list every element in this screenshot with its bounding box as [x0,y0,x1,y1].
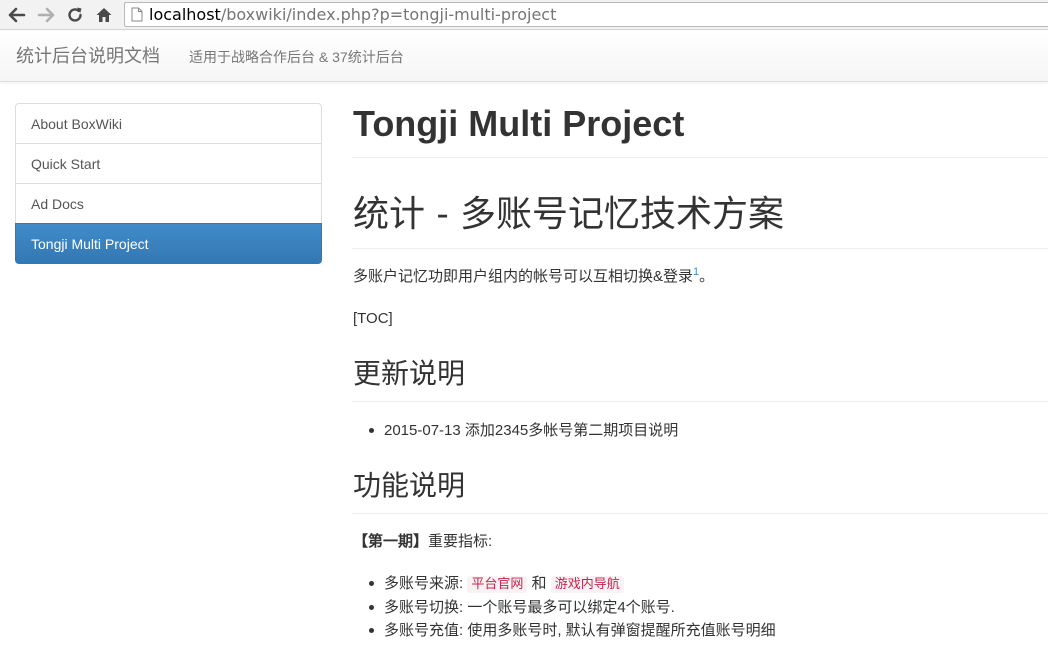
forward-arrow-icon[interactable] [35,3,57,27]
sidebar-item-about-boxwiki[interactable]: About BoxWiki [15,103,322,144]
sidebar-nav: About BoxWiki Quick Start Ad Docs Tongji… [15,103,322,264]
page-title: Tongji Multi Project [353,103,685,144]
feature-divider [352,513,1048,514]
feature-heading: 功能说明 [353,469,466,502]
reload-icon[interactable] [64,3,86,27]
toc-marker: [TOC] [353,310,393,327]
list-item-source: 多账号来源: 平台官网 和 游戏内导航 [353,572,776,596]
phase-paragraph: 【第一期】重要指标: [353,532,492,552]
sidebar-item-ad-docs[interactable]: Ad Docs [15,183,322,224]
inline-code-platform: 平台官网 [467,576,528,593]
phase-label: 【第一期】 [353,533,429,550]
intro-suffix: 。 [699,268,715,285]
browser-toolbar: localhost/boxwiki/index.php?p=tongji-mul… [0,0,1048,30]
sidebar-item-quick-start[interactable]: Quick Start [15,143,322,184]
source-prefix: 多账号来源: [384,575,468,592]
phase-rest: 重要指标: [428,533,493,550]
list-item-switch: 多账号切换: 一个账号最多可以绑定4个账号. [353,596,776,619]
heading-divider [352,248,1048,249]
inline-code-game-nav: 游戏内导航 [550,576,624,593]
feature-list: 多账号来源: 平台官网 和 游戏内导航 多账号切换: 一个账号最多可以绑定4个账… [353,572,776,642]
back-arrow-icon[interactable] [6,3,28,27]
navbar-brand[interactable]: 统计后台说明文档 [16,44,160,68]
update-divider [352,401,1048,402]
list-item-recharge: 多账号充值: 使用多账号时, 默认有弹窗提醒所充值账号明细 [353,619,776,642]
sidebar-item-tongji-multi-project[interactable]: Tongji Multi Project [15,223,322,264]
address-path: /boxwiki/index.php?p=tongji-multi-projec… [220,5,557,24]
page-icon [131,7,143,27]
doc-heading: 统计 - 多账号记忆技术方案 [353,194,785,235]
address-host: localhost [149,5,221,24]
list-item: 2015-07-13 添加2345多帐号第二期项目说明 [353,419,678,442]
address-bar[interactable]: localhost/boxwiki/index.php?p=tongji-mul… [124,2,1048,27]
navbar-link[interactable]: 适用于战略合作后台 & 37统计后台 [189,47,404,67]
update-list: 2015-07-13 添加2345多帐号第二期项目说明 [353,419,678,442]
address-url: localhost/boxwiki/index.php?p=tongji-mul… [149,5,556,25]
title-divider [352,157,1048,158]
site-navbar: 统计后台说明文档 适用于战略合作后台 & 37统计后台 [0,31,1048,82]
intro-text: 多账户记忆功即用户组内的帐号可以互相切换&登录 [353,268,694,285]
home-icon[interactable] [93,3,115,27]
source-and: 和 [527,575,551,592]
update-heading: 更新说明 [353,357,466,390]
intro-paragraph: 多账户记忆功即用户组内的帐号可以互相切换&登录1。 [353,267,714,287]
